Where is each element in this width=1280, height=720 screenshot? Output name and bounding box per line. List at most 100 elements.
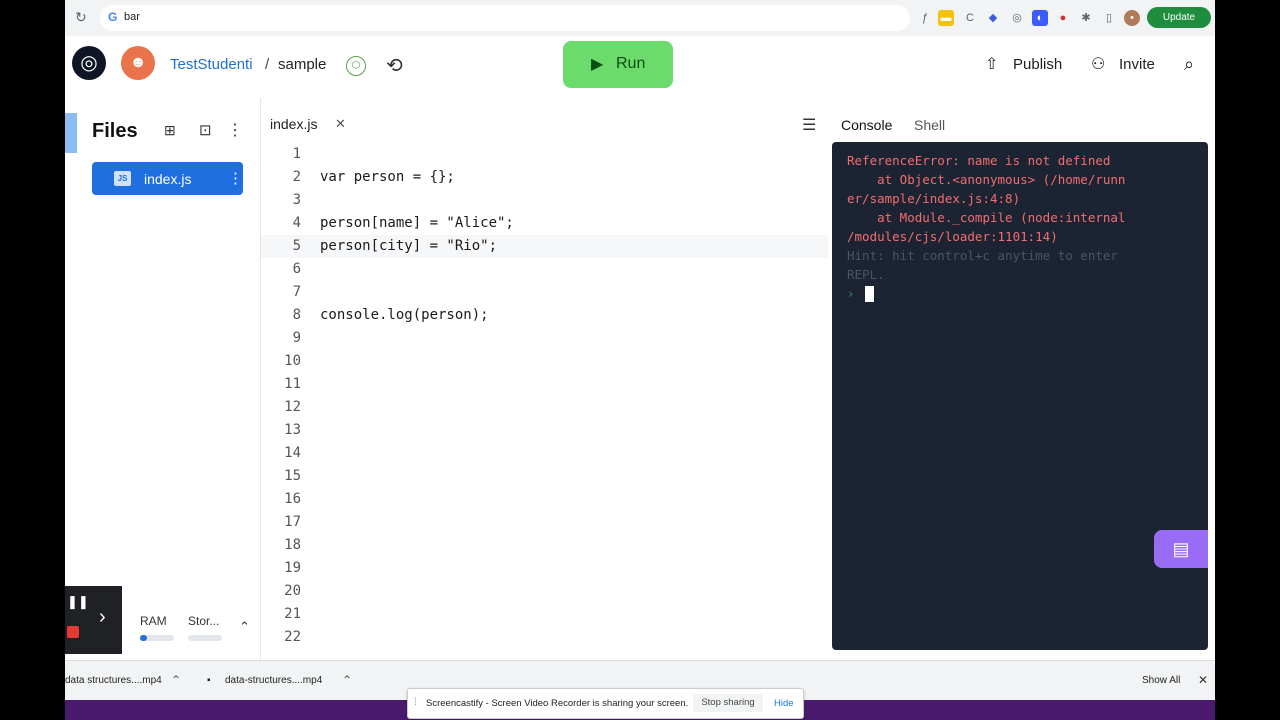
console-output[interactable]: ReferenceError: name is not defined at O… [832,142,1208,650]
pause-icon[interactable]: ❚❚ [67,594,89,610]
drag-handle-icon[interactable]: ⁞ [414,697,417,708]
breadcrumb-user[interactable]: TestStudenti [170,56,253,73]
code-line[interactable]: 14 [261,442,828,465]
line-number: 10 [284,353,301,369]
code-area[interactable]: 1 2 var person = {}; 3 4 person[name] = "Alic… [261,143,828,660]
editor-menu-icon[interactable]: ☰ [802,115,816,135]
code-text[interactable]: var person = {}; [320,169,455,185]
code-line[interactable]: 3 [261,189,828,212]
tab-index-js[interactable]: index.js ✕ [270,116,346,134]
history-icon[interactable]: ⟲ [386,53,403,78]
run-button[interactable]: ▶ Run [563,41,673,88]
code-line[interactable]: 8 console.log(person); [261,304,828,327]
user-avatar[interactable]: ☻ [121,46,155,80]
show-all-link[interactable]: Show All [1142,675,1180,686]
pillarbox-right [1215,0,1280,720]
chevron-up-icon[interactable]: ⌃ [239,619,250,635]
console-error-line: ReferenceError: name is not defined [847,153,1111,168]
breadcrumb-repl-name[interactable]: sample [278,56,326,73]
line-number: 2 [292,169,301,185]
stop-sharing-button[interactable]: Stop sharing [693,694,763,712]
breadcrumb-separator: / [265,56,270,73]
chat-icon[interactable]: ▤ [1154,530,1208,568]
code-line[interactable]: 17 [261,511,828,534]
code-line[interactable]: 13 [261,419,828,442]
reload-icon[interactable]: ↻ [75,9,87,26]
console-error-line: at Object.<anonymous> (/home/runn [847,172,1126,187]
upload-icon: ⇧ [985,56,999,73]
code-line[interactable]: 22 [261,626,828,649]
tool-extension-icon[interactable]: ◐ [1032,10,1048,26]
highlighter-extension-icon[interactable]: ▬ [938,10,954,26]
play-icon: ▶ [591,56,604,73]
chevron-up-icon[interactable]: ⌃ [342,673,352,687]
chevron-up-icon[interactable]: ⌃ [171,673,181,687]
code-text[interactable]: console.log(person); [320,307,489,323]
record-extension-icon[interactable]: ● [1055,10,1071,26]
google-icon: G [108,10,118,24]
file-item-index-js[interactable]: JS index.js ⋮ [92,162,243,195]
puzzle-extension-icon[interactable]: ◆ [985,10,1001,26]
search-icon[interactable]: ⌕ [1184,54,1194,75]
code-line[interactable]: 7 [261,281,828,304]
code-line[interactable]: 19 [261,557,828,580]
js-file-icon: JS [114,171,131,186]
files-title: Files [92,120,138,142]
close-icon[interactable]: ✕ [1198,673,1208,687]
code-line[interactable]: 21 [261,603,828,626]
console-cursor [865,286,874,302]
address-bar[interactable]: G bar [100,5,910,31]
file-menu-icon[interactable]: ⋮ [228,169,243,187]
code-line[interactable]: 5 person[city] = "Rio"; [261,235,828,258]
replit-logo-icon[interactable]: ◎ [72,46,106,80]
circle-extension-icon[interactable]: ◎ [1009,10,1025,26]
chevron-right-icon[interactable]: › [99,606,106,629]
new-file-icon[interactable]: ⊞ [164,122,176,139]
download-item[interactable]: data-structures....mp4 [225,675,322,686]
stop-record-icon[interactable] [67,626,79,638]
browser-toolbar: ↻ G bar ƒ ▬ C ◆ ◎ ◐ ● ✱ ▯ • Update [65,0,1215,37]
sidepanel-icon[interactable]: ▯ [1101,10,1117,26]
download-file-icon: ▪ [207,675,211,686]
code-text[interactable]: person[name] = "Alice"; [320,215,514,231]
line-number: 3 [292,192,301,208]
files-menu-icon[interactable]: ⋮ [227,120,243,140]
code-line[interactable]: 16 [261,488,828,511]
nodejs-icon[interactable]: ⬡ [346,56,366,76]
storage-label: Stor... [188,614,220,628]
formula-extension-icon[interactable]: ƒ [917,10,933,26]
download-item[interactable]: data structures....mp4 [65,675,162,686]
code-line[interactable]: 1 [261,143,828,166]
tab-console[interactable]: Console [841,117,892,133]
line-number: 19 [284,560,301,576]
code-line[interactable]: 15 [261,465,828,488]
line-number: 20 [284,583,301,599]
code-line[interactable]: 9 [261,327,828,350]
ram-label: RAM [140,614,167,628]
line-number: 14 [284,445,301,461]
code-line[interactable]: 4 person[name] = "Alice"; [261,212,828,235]
line-number: 22 [284,629,301,645]
code-line[interactable]: 12 [261,396,828,419]
code-line[interactable]: 11 [261,373,828,396]
workspace-header: ◎ ☻ TestStudenti / sample ⬡ ⟲ ▶ Run ⇧ Pu… [65,36,1215,98]
code-extension-icon[interactable]: C [962,10,978,26]
code-text[interactable]: person[city] = "Rio"; [320,238,497,254]
update-button[interactable]: Update [1147,7,1211,28]
extensions-puzzle-icon[interactable]: ✱ [1078,10,1094,26]
code-line[interactable]: 2 var person = {}; [261,166,828,189]
line-number: 6 [292,261,301,277]
line-number: 15 [284,468,301,484]
tab-shell[interactable]: Shell [914,117,945,133]
new-folder-icon[interactable]: ⊡ [199,121,212,139]
invite-button-label: Invite [1119,56,1155,73]
close-icon[interactable]: ✕ [335,116,346,132]
code-line[interactable]: 6 [261,258,828,281]
console-error-line: /modules/cjs/loader:1101:14) [847,229,1058,244]
code-line[interactable]: 10 [261,350,828,373]
profile-avatar-icon[interactable]: • [1124,10,1140,26]
code-line[interactable]: 20 [261,580,828,603]
hide-button[interactable]: Hide [774,698,794,709]
code-line[interactable]: 18 [261,534,828,557]
line-number: 1 [292,146,301,162]
